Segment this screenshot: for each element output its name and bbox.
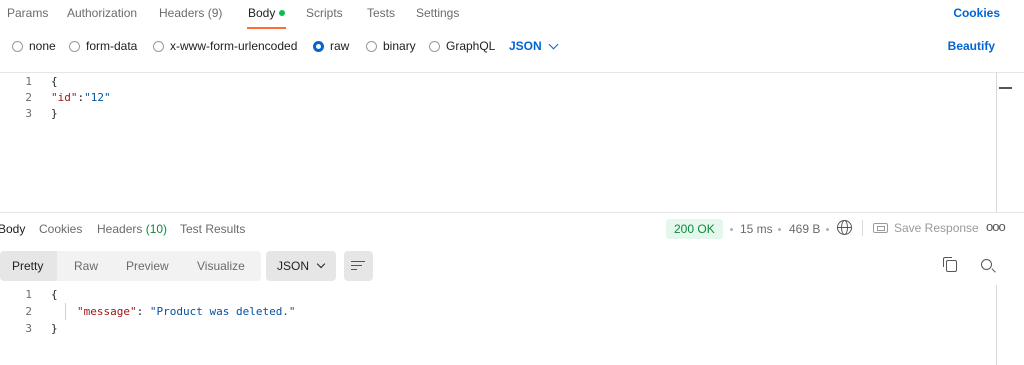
response-format-label: JSON bbox=[277, 259, 310, 273]
view-pretty[interactable]: Pretty bbox=[12, 259, 43, 273]
search-icon[interactable] bbox=[981, 259, 992, 270]
chevron-down-icon bbox=[548, 39, 559, 49]
wrap-lines-icon-line bbox=[351, 265, 362, 267]
wrap-lines-icon-line bbox=[351, 269, 357, 271]
globe-icon[interactable] bbox=[837, 220, 852, 235]
line-number: 2 bbox=[25, 91, 32, 104]
response-view-selector: Pretty Raw Preview Visualize bbox=[0, 251, 261, 281]
response-tab-body[interactable]: Body bbox=[0, 222, 25, 236]
radio-graphql-label: GraphQL bbox=[446, 39, 496, 53]
view-raw[interactable]: Raw bbox=[74, 259, 98, 273]
copy-icon[interactable] bbox=[943, 257, 957, 272]
save-response-button[interactable]: Save Response bbox=[873, 221, 979, 235]
response-tab-headers-label: Headers bbox=[97, 222, 143, 236]
code-brace-open: { bbox=[51, 288, 58, 301]
radio-none[interactable]: none bbox=[12, 39, 56, 53]
response-tab-headers[interactable]: Headers (10) bbox=[97, 222, 167, 236]
line-number: 1 bbox=[25, 75, 32, 88]
collapse-minus-icon[interactable] bbox=[999, 87, 1012, 89]
tab-headers-count: (9) bbox=[207, 6, 223, 20]
view-visualize[interactable]: Visualize bbox=[197, 259, 245, 273]
tab-settings[interactable]: Settings bbox=[416, 6, 459, 20]
tab-headers[interactable]: Headers (9) bbox=[159, 6, 222, 20]
code-brace-close: } bbox=[51, 107, 58, 120]
code-brace-close: } bbox=[51, 322, 58, 335]
response-size[interactable]: 469 B bbox=[789, 222, 820, 236]
radio-icon bbox=[429, 40, 440, 52]
json-value: "Product was deleted." bbox=[149, 305, 296, 318]
editor-scrollbar[interactable] bbox=[996, 72, 997, 212]
radio-icon bbox=[366, 40, 377, 52]
body-type-selector: none form-data x-www-form-urlencoded raw… bbox=[0, 34, 1024, 60]
divider bbox=[862, 220, 863, 236]
cookies-link[interactable]: Cookies bbox=[953, 6, 1000, 20]
body-format-dropdown[interactable]: JSON bbox=[509, 39, 559, 53]
tab-authorization[interactable]: Authorization bbox=[67, 6, 137, 20]
body-format-label: JSON bbox=[509, 39, 542, 53]
code-brace-open: { bbox=[51, 75, 58, 88]
separator-dot bbox=[826, 228, 829, 231]
radio-binary[interactable]: binary bbox=[366, 39, 416, 53]
save-response-label: Save Response bbox=[894, 221, 979, 235]
response-headers-count: (10) bbox=[145, 222, 168, 236]
separator-dot bbox=[730, 228, 733, 231]
request-tabs: Params Authorization Headers (9) Body Sc… bbox=[0, 0, 1024, 32]
response-time[interactable]: 15 ms bbox=[740, 222, 773, 236]
radio-icon bbox=[69, 40, 80, 52]
separator-dot bbox=[778, 228, 781, 231]
request-body-editor[interactable]: 1 { 2 "id":"12" 3 } bbox=[0, 72, 1024, 212]
tab-headers-label: Headers bbox=[159, 6, 205, 20]
line-number: 2 bbox=[25, 305, 32, 318]
wrap-lines-icon bbox=[351, 261, 365, 263]
radio-urlencoded-label: x-www-form-urlencoded bbox=[170, 39, 298, 53]
radio-raw-label: raw bbox=[330, 39, 350, 53]
line-number: 3 bbox=[25, 322, 32, 335]
body-modified-dot bbox=[279, 9, 286, 16]
indent-guide bbox=[65, 303, 66, 320]
line-number: 1 bbox=[25, 288, 32, 301]
save-response-icon bbox=[873, 223, 888, 233]
radio-icon bbox=[153, 40, 164, 52]
response-tab-test-results[interactable]: Test Results bbox=[180, 222, 245, 236]
tab-params[interactable]: Params bbox=[7, 6, 48, 20]
response-format-dropdown[interactable]: JSON bbox=[266, 251, 336, 281]
response-tab-cookies[interactable]: Cookies bbox=[39, 222, 82, 236]
radio-binary-label: binary bbox=[383, 39, 416, 53]
radio-graphql[interactable]: GraphQL bbox=[429, 39, 495, 53]
tab-body[interactable]: Body bbox=[248, 6, 286, 20]
radio-form-data-label: form-data bbox=[86, 39, 138, 53]
code-line-id: "id":"12" bbox=[51, 91, 111, 104]
radio-icon bbox=[12, 40, 23, 52]
response-body-viewer[interactable]: 1 { 2 "message": "Product was deleted." … bbox=[0, 285, 1024, 365]
radio-x-www-form-urlencoded[interactable]: x-www-form-urlencoded bbox=[153, 39, 297, 53]
wrap-lines-button[interactable] bbox=[344, 251, 373, 281]
json-key: "id" bbox=[51, 91, 78, 104]
more-options-icon[interactable]: ooo bbox=[986, 219, 1006, 234]
radio-checked-icon bbox=[313, 40, 324, 52]
tab-tests[interactable]: Tests bbox=[367, 6, 395, 20]
active-tab-indicator bbox=[247, 27, 286, 29]
radio-none-label: none bbox=[29, 39, 56, 53]
view-preview[interactable]: Preview bbox=[126, 259, 169, 273]
response-scrollbar[interactable] bbox=[996, 285, 997, 365]
divider bbox=[0, 212, 1024, 213]
beautify-button[interactable]: Beautify bbox=[948, 39, 995, 53]
tab-body-label: Body bbox=[248, 6, 276, 20]
status-badge[interactable]: 200 OK bbox=[666, 219, 723, 239]
chevron-down-icon bbox=[316, 259, 326, 269]
json-key: "message" bbox=[77, 305, 137, 318]
line-number: 3 bbox=[25, 107, 32, 120]
tab-scripts[interactable]: Scripts bbox=[306, 6, 343, 20]
json-value: "12" bbox=[84, 91, 111, 104]
radio-raw[interactable]: raw bbox=[313, 39, 349, 53]
radio-form-data[interactable]: form-data bbox=[69, 39, 137, 53]
json-colon: : bbox=[136, 305, 150, 318]
code-line-message: "message": "Product was deleted." bbox=[77, 305, 296, 318]
